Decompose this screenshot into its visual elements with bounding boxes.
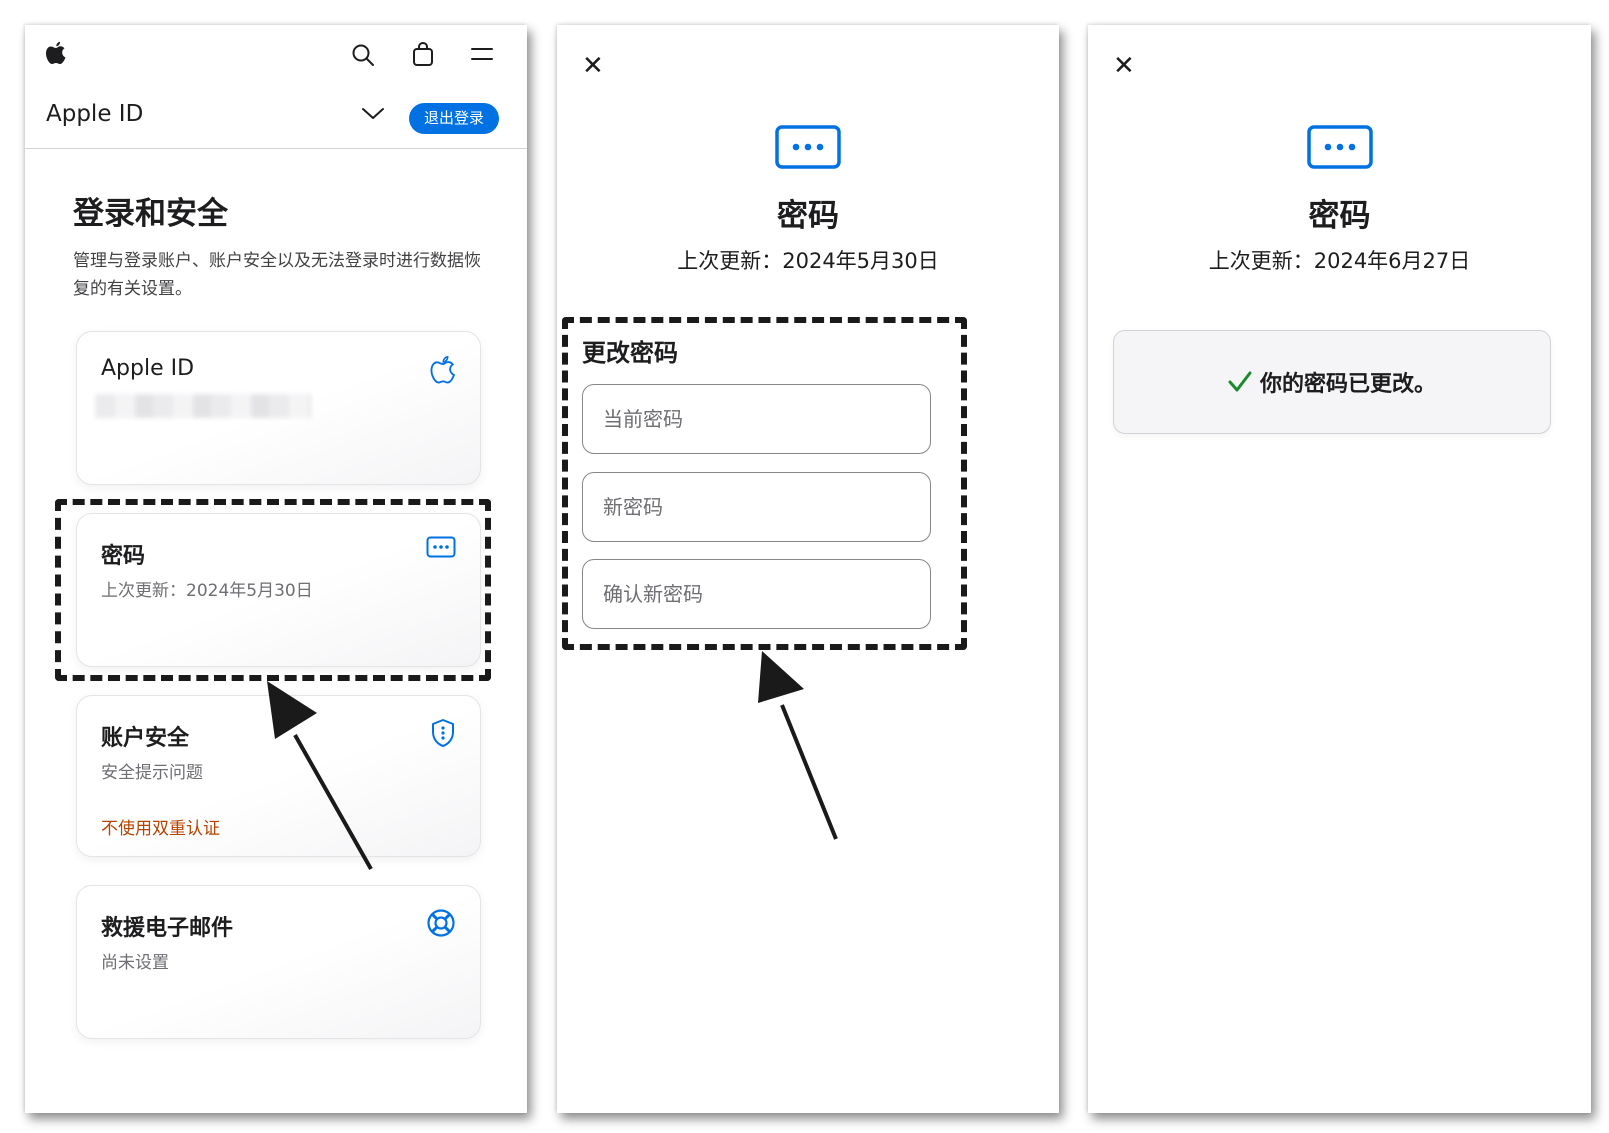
- annotation-arrow: [267, 681, 373, 870]
- checkmark-icon: [1228, 371, 1252, 392]
- section-title: 登录和安全: [73, 196, 228, 232]
- password-changed-page: ✕ 密码 上次更新：2024年6月27日 你的密码已更改。: [1088, 25, 1591, 1113]
- last-updated-text: 上次更新：2024年6月27日: [1208, 249, 1471, 273]
- password-dots-icon: [775, 125, 841, 169]
- apple-id-card[interactable]: Apple ID: [76, 331, 481, 485]
- subnav-divider: [25, 148, 527, 149]
- apple-id-security-page: Apple ID 退出登录 登录和安全 管理与登录账户、账户安全以及无法登录时进…: [25, 25, 527, 1113]
- shield-icon: [432, 719, 454, 747]
- card-subtitle: 尚未设置: [101, 953, 169, 973]
- subnav-title: Apple ID: [46, 101, 144, 127]
- card-title: 账户安全: [101, 726, 190, 751]
- section-description: 管理与登录账户、账户安全以及无法登录时进行数据恢复的有关设置。: [73, 251, 481, 299]
- apple-logo-icon[interactable]: [45, 41, 67, 67]
- password-dots-icon: [1306, 125, 1373, 169]
- chevron-down-icon[interactable]: [361, 107, 385, 121]
- highlight-change-form: [562, 317, 967, 650]
- success-message: 你的密码已更改。: [1259, 372, 1436, 397]
- close-button[interactable]: ✕: [1113, 53, 1135, 79]
- rescue-email-card[interactable]: 救援电子邮件 尚未设置: [76, 885, 481, 1039]
- card-title: Apple ID: [101, 356, 195, 381]
- card-title: 救援电子邮件: [101, 916, 234, 941]
- lifebuoy-icon: [427, 909, 455, 937]
- redacted-apple-id: [95, 394, 311, 418]
- change-password-page: ✕ 密码 上次更新：2024年5月30日 更改密码: [557, 25, 1059, 1113]
- highlight-password-card: [55, 499, 491, 681]
- page-title: 密码: [777, 198, 839, 234]
- two-factor-warning[interactable]: 不使用双重认证: [101, 814, 220, 839]
- annotation-arrow: [758, 651, 838, 840]
- success-banner: 你的密码已更改。: [1113, 330, 1551, 434]
- close-button[interactable]: ✕: [582, 53, 604, 79]
- last-updated-text: 上次更新：2024年5月30日: [677, 249, 939, 273]
- sign-out-button[interactable]: 退出登录: [409, 103, 499, 134]
- menu-icon[interactable]: [471, 46, 493, 62]
- card-subtitle: 安全提示问题: [101, 763, 203, 783]
- page-title: 密码: [1308, 198, 1371, 234]
- apple-logo-icon: [430, 356, 456, 384]
- search-icon[interactable]: [351, 43, 375, 67]
- bag-icon[interactable]: [412, 41, 434, 67]
